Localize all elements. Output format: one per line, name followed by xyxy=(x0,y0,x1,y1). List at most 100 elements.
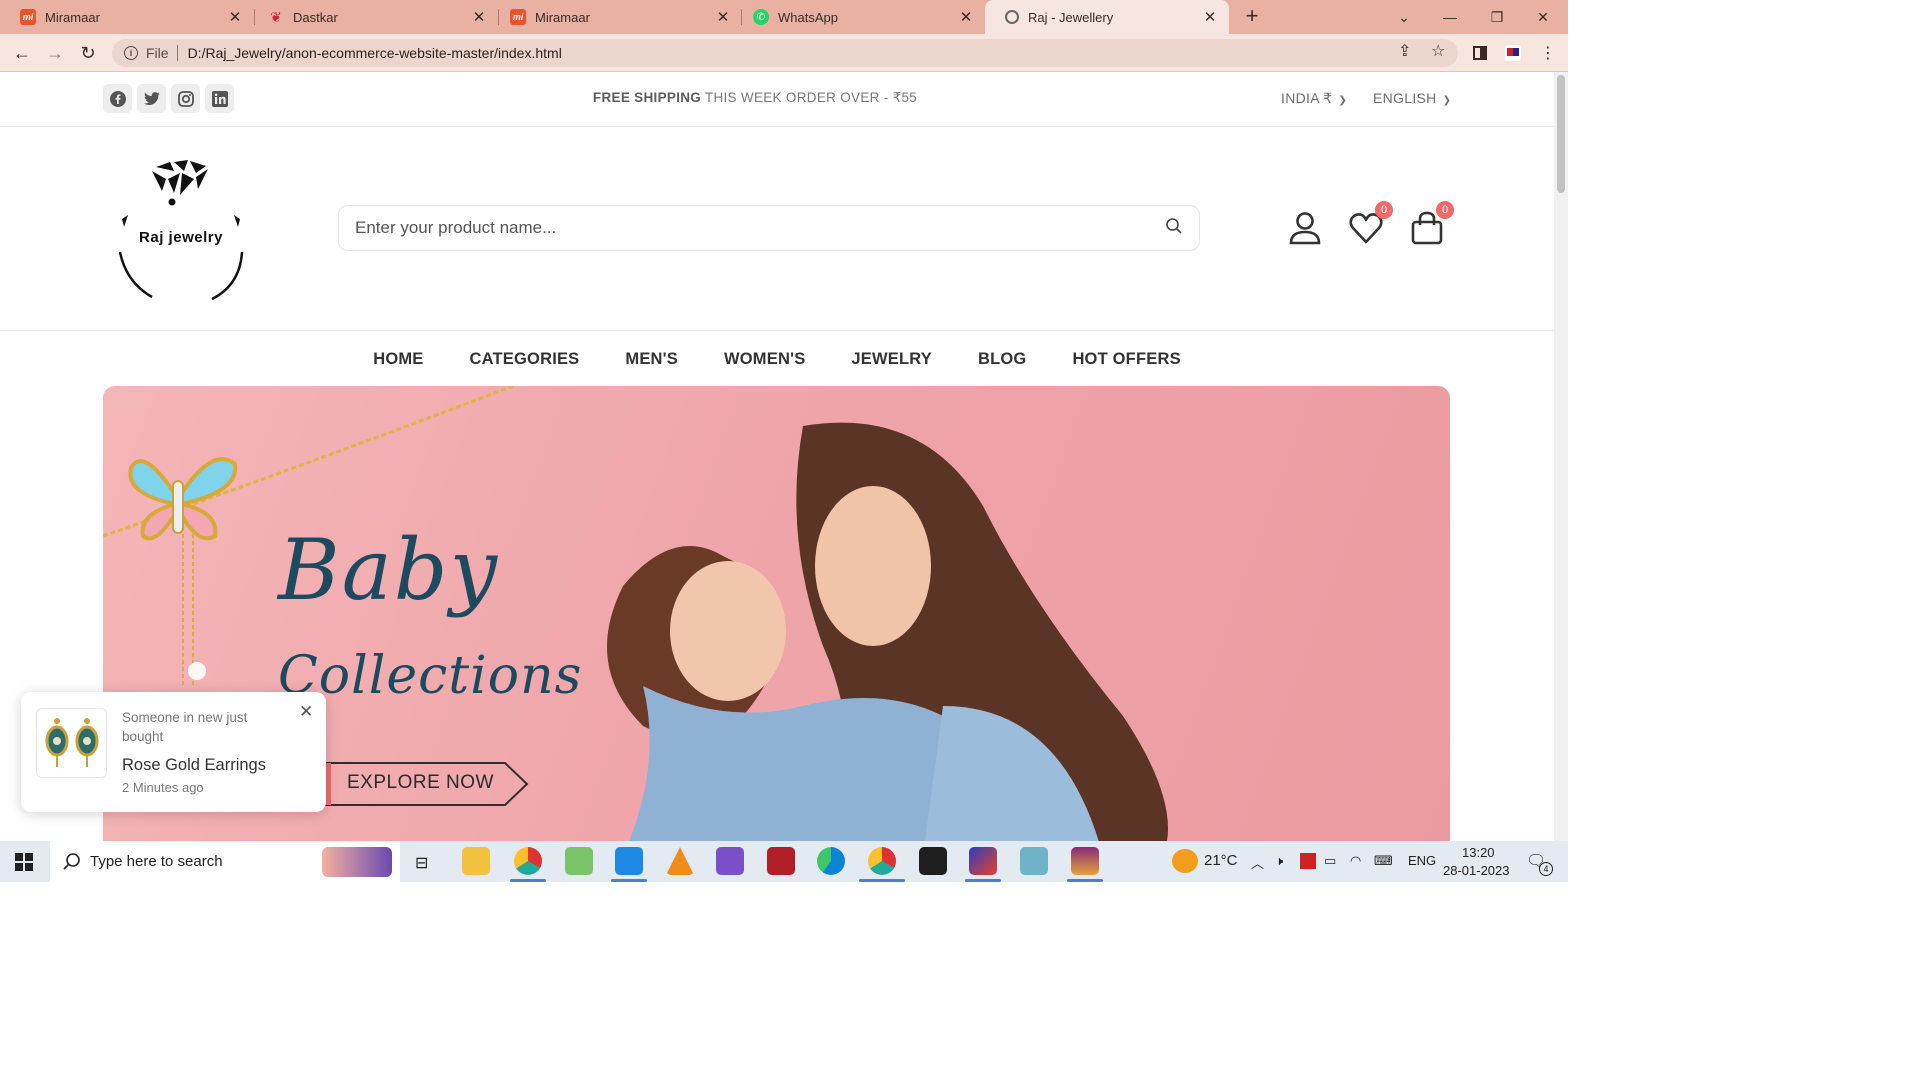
logo-text: Raj jewelry xyxy=(139,229,223,246)
browser-tab[interactable]: ✆ WhatsApp ✕ xyxy=(733,0,985,34)
keyboard-icon[interactable]: ⌨ xyxy=(1374,853,1393,869)
nav-home[interactable]: HOME xyxy=(373,350,423,369)
figma-icon[interactable] xyxy=(919,847,947,875)
close-tab-icon[interactable]: ✕ xyxy=(470,8,488,26)
close-tab-icon[interactable]: ✕ xyxy=(226,8,244,26)
butterfly-pendant xyxy=(128,457,238,541)
wishlist-button[interactable]: 0 xyxy=(1347,201,1393,247)
side-panel-icon[interactable] xyxy=(1469,42,1491,64)
app-icon[interactable] xyxy=(1020,847,1048,875)
header-main: Raj jewelry 0 0 xyxy=(0,127,1556,331)
miramaar-icon: mi xyxy=(510,9,526,25)
bookmark-star-icon[interactable]: ☆ xyxy=(1431,41,1445,61)
webpage: FREE SHIPPING THIS WEEK ORDER OVER - ₹55… xyxy=(0,72,1556,841)
explore-now-button[interactable]: EXPLORE NOW xyxy=(321,761,531,807)
windows-taskbar: Type here to search ⊟ 21°C ︿ 🕨 ▭ ◠ ⌨ ENG… xyxy=(0,841,1568,882)
info-icon[interactable]: i xyxy=(124,46,138,60)
minimize-button[interactable]: — xyxy=(1427,0,1473,34)
volume-muted-icon[interactable]: 🕨 xyxy=(1275,853,1283,869)
weather-temp[interactable]: 21°C xyxy=(1204,852,1238,869)
tab-title: Miramaar xyxy=(45,9,100,25)
url-field[interactable]: i File D:/Raj_Jewelry/anon-ecommerce-web… xyxy=(112,39,1458,67)
dastkar-icon: ❦ xyxy=(270,8,282,25)
snipping-tool-icon[interactable] xyxy=(565,847,593,875)
url-scheme: File xyxy=(146,45,169,61)
close-window-button[interactable]: ✕ xyxy=(1520,0,1566,34)
paint-icon[interactable] xyxy=(969,847,997,875)
battery-icon[interactable]: ▭ xyxy=(1324,853,1336,869)
close-tab-icon[interactable]: ✕ xyxy=(957,8,975,26)
close-icon[interactable]: ✕ xyxy=(299,702,313,722)
chrome-icon[interactable] xyxy=(868,847,896,875)
nav-mens[interactable]: MEN'S xyxy=(625,350,678,369)
nav-jewelry[interactable]: JEWELRY xyxy=(851,350,932,369)
shipping-text: THIS WEEK ORDER OVER - ₹55 xyxy=(704,90,918,105)
browser-tab[interactable]: mi Miramaar ✕ xyxy=(490,0,742,34)
close-tab-icon[interactable]: ✕ xyxy=(714,8,732,26)
taskbar-search-box[interactable]: Type here to search xyxy=(50,841,400,882)
miramaar-icon: mi xyxy=(20,9,36,25)
cart-count-badge: 0 xyxy=(1436,201,1454,219)
winrar-icon[interactable] xyxy=(1071,847,1099,875)
tab-title: WhatsApp xyxy=(778,9,838,25)
browser-tab-strip: mi Miramaar ✕ ❦ Dastkar ✕ mi Miramaar ✕ … xyxy=(0,0,1568,34)
profile-avatar[interactable] xyxy=(1502,42,1524,64)
menu-kebab-icon[interactable]: ⋮ xyxy=(1537,42,1559,64)
account-icon[interactable] xyxy=(1286,209,1324,247)
page-scrollbar[interactable] xyxy=(1554,72,1568,841)
site-logo[interactable]: Raj jewelry xyxy=(112,157,250,302)
language-label: ENGLISH xyxy=(1373,90,1437,106)
cart-button[interactable]: 0 xyxy=(1408,201,1454,247)
back-button[interactable]: ← xyxy=(8,40,36,66)
toast-product-name[interactable]: Rose Gold Earrings xyxy=(122,756,266,775)
visual-studio-icon[interactable] xyxy=(716,847,744,875)
close-tab-icon[interactable]: ✕ xyxy=(1201,8,1219,26)
browser-tab[interactable]: ❦ Dastkar ✕ xyxy=(248,0,498,34)
app-icon[interactable] xyxy=(767,847,795,875)
weather-icon[interactable] xyxy=(1172,849,1198,873)
forward-button[interactable]: → xyxy=(41,40,69,66)
new-tab-button[interactable]: + xyxy=(1240,3,1264,31)
search-icon[interactable] xyxy=(1165,217,1183,240)
chrome-icon[interactable] xyxy=(514,847,542,875)
browser-tab[interactable]: mi Miramaar ✕ xyxy=(0,0,254,34)
active-app-indicator xyxy=(965,879,1001,882)
product-search-box xyxy=(338,205,1200,251)
vlc-icon[interactable] xyxy=(666,847,694,875)
reload-button[interactable]: ↻ xyxy=(74,40,102,66)
clock-date[interactable]: 28-01-2023 xyxy=(1443,863,1510,878)
tray-app-icon[interactable] xyxy=(1300,853,1316,869)
nav-blog[interactable]: BLOG xyxy=(978,350,1026,369)
input-language[interactable]: ENG xyxy=(1408,853,1436,868)
nav-hot-offers[interactable]: HOT OFFERS xyxy=(1072,350,1180,369)
nav-categories[interactable]: CATEGORIES xyxy=(470,350,580,369)
active-app-indicator xyxy=(1067,879,1103,882)
clock-time[interactable]: 13:20 xyxy=(1462,845,1495,860)
tab-search-icon[interactable]: ⌄ xyxy=(1381,0,1427,34)
scrollbar-thumb[interactable] xyxy=(1557,75,1565,193)
toast-subtitle: Someone in new just bought xyxy=(122,710,248,744)
edge-icon[interactable] xyxy=(817,847,845,875)
share-icon[interactable]: ⇪ xyxy=(1398,41,1411,61)
banner-title-line1: Baby xyxy=(278,521,500,619)
wifi-icon[interactable]: ◠ xyxy=(1350,853,1361,869)
browser-tab-active[interactable]: Raj - Jewellery ✕ xyxy=(985,0,1229,34)
url-divider xyxy=(176,45,178,61)
tab-title: Raj - Jewellery xyxy=(1028,9,1114,25)
tab-title: Dastkar xyxy=(293,9,338,25)
file-explorer-icon[interactable] xyxy=(462,847,490,875)
vscode-icon[interactable] xyxy=(615,847,643,875)
windows-start-icon[interactable] xyxy=(15,853,33,876)
language-select[interactable]: ENGLISH ❯ xyxy=(1373,90,1451,106)
currency-select[interactable]: INDIA ₹ ❯ xyxy=(1281,90,1347,107)
whatsapp-icon: ✆ xyxy=(753,9,769,25)
chevron-up-icon[interactable]: ︿ xyxy=(1251,853,1264,872)
nav-womens[interactable]: WOMEN'S xyxy=(724,350,805,369)
explore-now-label: EXPLORE NOW xyxy=(347,772,494,793)
earrings-thumbnail[interactable] xyxy=(36,708,107,778)
recent-purchase-toast: Someone in new just bought Rose Gold Ear… xyxy=(21,692,326,812)
search-input[interactable] xyxy=(355,218,1165,238)
restore-button[interactable]: ❐ xyxy=(1474,0,1520,34)
currency-label: INDIA ₹ xyxy=(1281,90,1333,106)
task-view-icon[interactable]: ⊟ xyxy=(415,853,428,873)
